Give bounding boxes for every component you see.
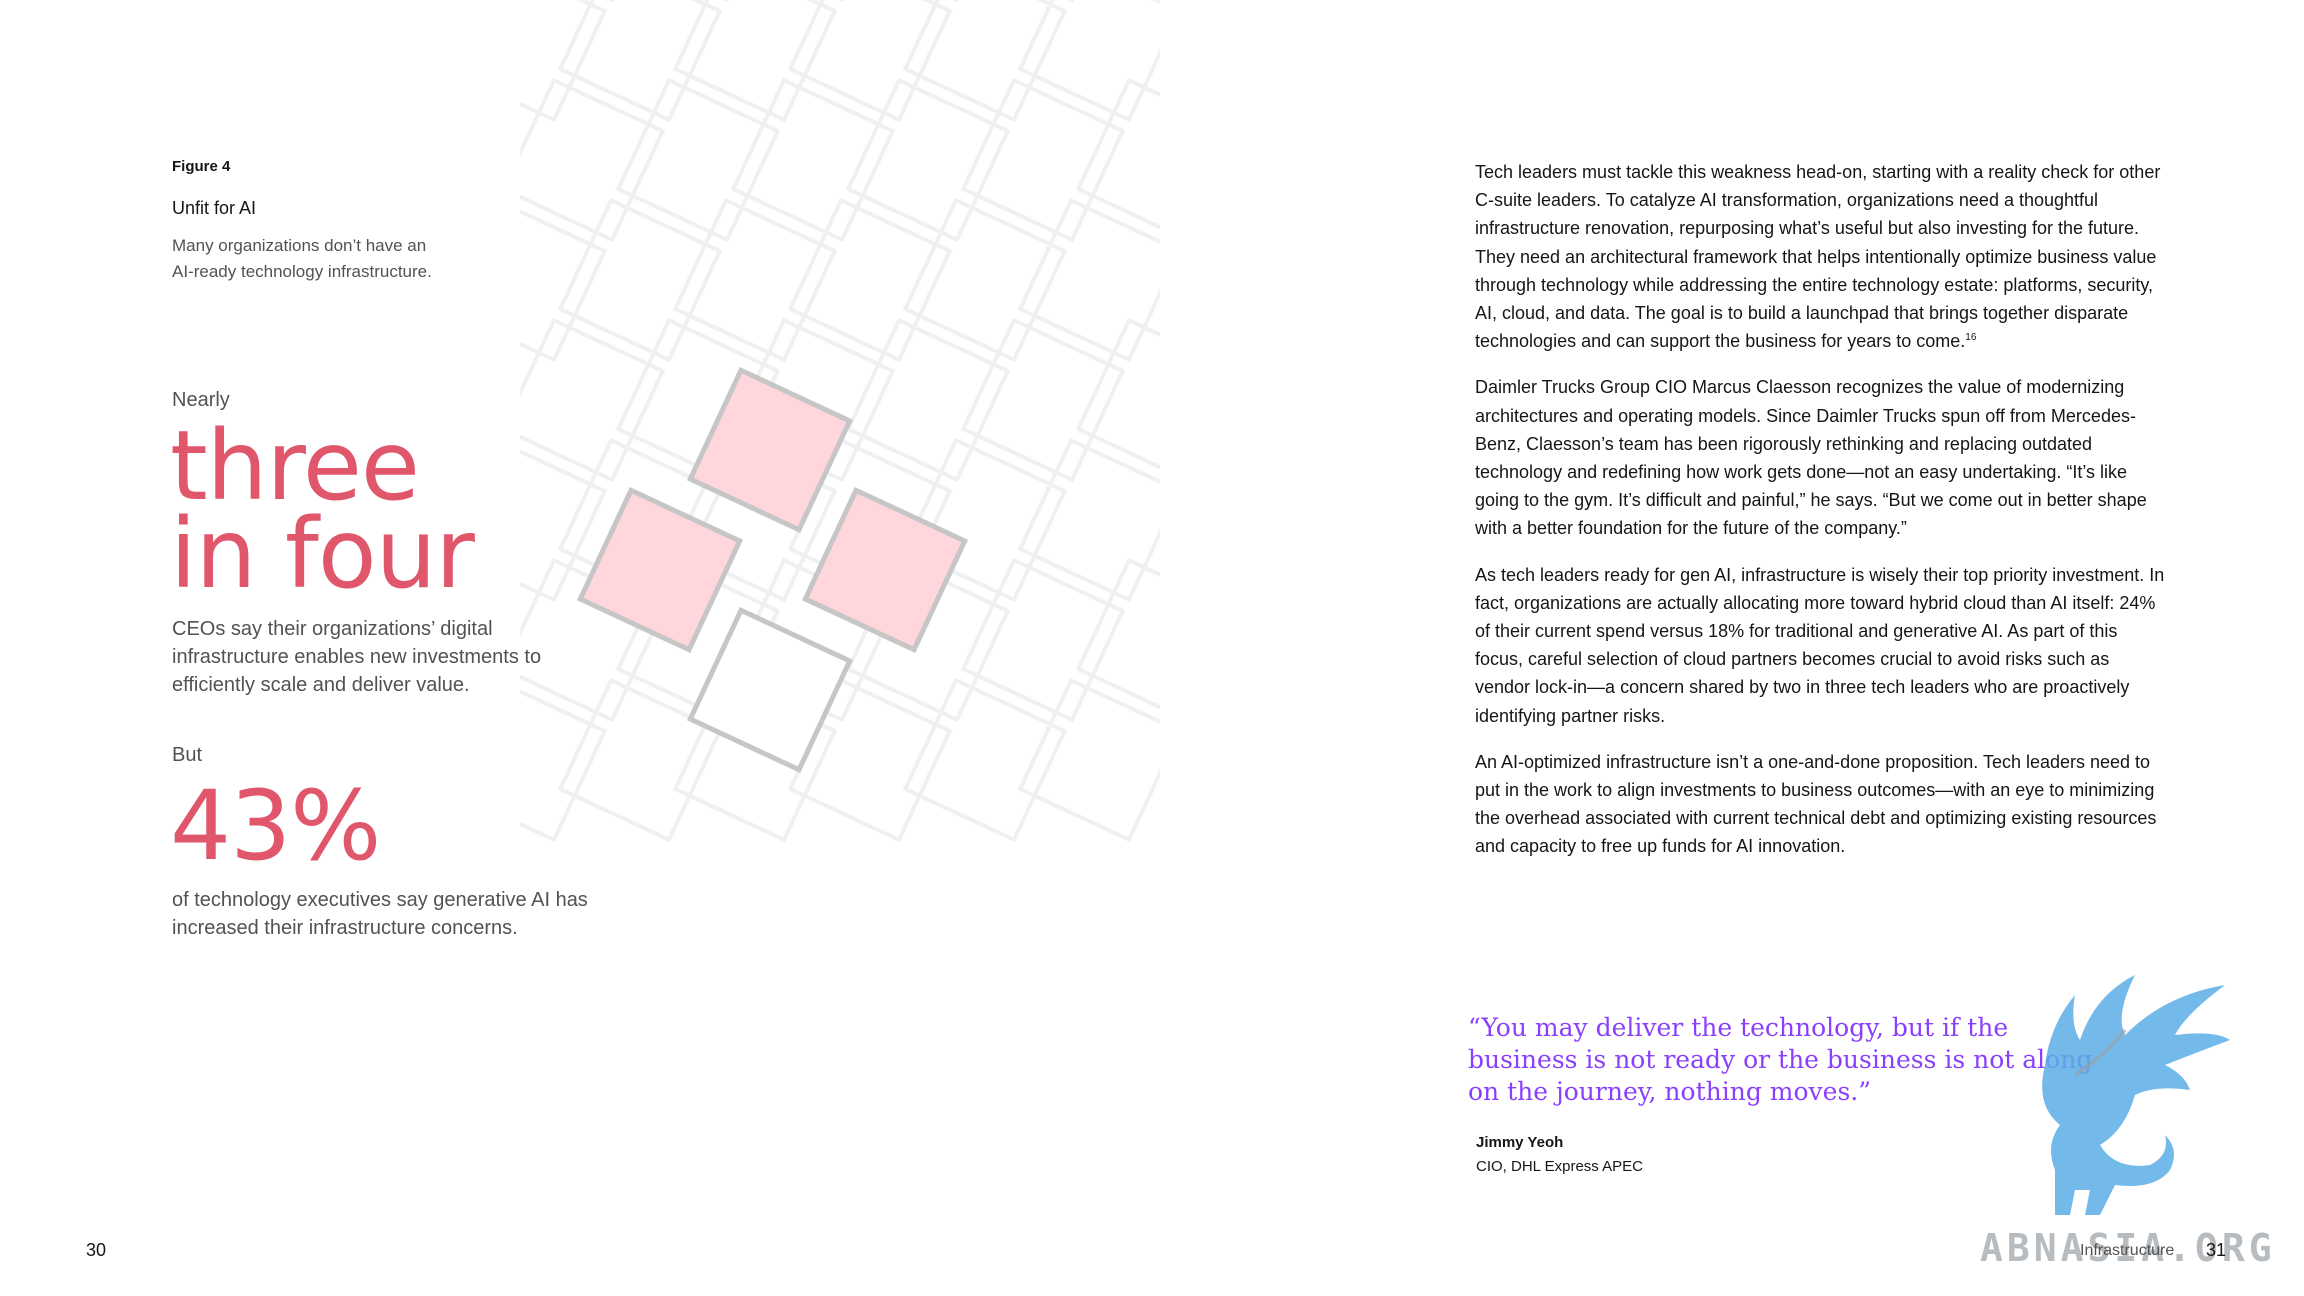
stat1-line1: three xyxy=(170,410,420,522)
quote-author: Jimmy Yeoh xyxy=(1476,1134,1564,1151)
griffin-watermark-icon xyxy=(2042,975,2230,1215)
pattern-square xyxy=(672,0,838,123)
pattern-square xyxy=(1075,317,1160,483)
stat1-line2: in four xyxy=(170,498,475,610)
pattern-square xyxy=(1075,557,1160,723)
pattern-square xyxy=(557,0,723,123)
paragraph-1: Tech leaders must tackle this weakness h… xyxy=(1475,158,2165,355)
footnote-ref[interactable]: 16 xyxy=(1965,332,1976,343)
pattern-square xyxy=(520,677,608,843)
highlight-square xyxy=(576,486,744,654)
quote-author-role: CIO, DHL Express APEC xyxy=(1476,1158,1643,1175)
pattern-square xyxy=(902,0,1068,123)
body-text: Tech leaders must tackle this weakness h… xyxy=(1475,158,2165,879)
pattern-square xyxy=(787,0,953,123)
figure-subtitle: Many organizations don’t have an AI-read… xyxy=(172,236,432,281)
footer-section-name: Infrastructure xyxy=(2080,1242,2175,1259)
page-number-left: 30 xyxy=(86,1240,107,1260)
stat1-prefix: Nearly xyxy=(172,389,230,411)
stat2-prefix: But xyxy=(172,744,203,766)
stat2-value: 43% xyxy=(170,770,381,882)
figure-title: Unfit for AI xyxy=(172,198,257,218)
stat1-description: CEOs say their organizations’ digital in… xyxy=(172,618,542,696)
diamond-pattern xyxy=(520,0,1160,843)
paragraph-2: Daimler Trucks Group CIO Marcus Claesson… xyxy=(1475,377,2147,539)
paragraph-3: As tech leaders ready for gen AI, infras… xyxy=(1475,564,2165,726)
figure-label: Figure 4 xyxy=(172,158,231,175)
paragraph-4: An AI-optimized infrastructure isn’t a o… xyxy=(1475,751,2157,857)
pattern-square xyxy=(1075,77,1160,243)
stat1-value: three in four xyxy=(170,410,475,610)
page-number-right: 31 xyxy=(2206,1240,2227,1260)
paragraph-1-text: Tech leaders must tackle this weakness h… xyxy=(1475,162,2161,352)
